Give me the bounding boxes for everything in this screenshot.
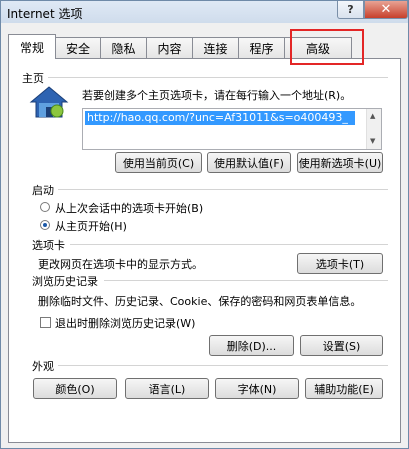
tab-security[interactable]: 安全 [55, 37, 101, 58]
delete-on-exit-checkbox[interactable] [40, 317, 51, 328]
home-section-title: 主页 [22, 72, 44, 85]
advanced-tab-highlight [290, 29, 364, 65]
use-default-button[interactable]: 使用默认值(F) [207, 152, 291, 173]
history-description: 删除临时文件、历史记录、Cookie、保存的密码和网页表单信息。 [38, 295, 362, 308]
tab-programs[interactable]: 程序 [238, 37, 285, 58]
startup-divider [58, 189, 388, 190]
scroll-up-arrow-icon[interactable]: ▲ [370, 112, 375, 120]
home-icon [29, 86, 69, 118]
help-button[interactable]: ? [337, 1, 364, 19]
internet-options-dialog: Internet 选项 ? ✕ 常规 安全 隐私 内容 连接 程序 高级 主页 … [0, 0, 409, 449]
languages-button[interactable]: 语言(L) [125, 378, 209, 399]
history-settings-button[interactable]: 设置(S) [300, 335, 383, 356]
accessibility-button[interactable]: 辅助功能(E) [305, 378, 383, 399]
startup-last-session-radio[interactable] [40, 202, 50, 212]
history-section-title: 浏览历史记录 [32, 275, 98, 288]
history-divider [104, 280, 388, 281]
colors-button[interactable]: 颜色(O) [33, 378, 117, 399]
home-divider [48, 77, 388, 78]
tab-content[interactable]: 内容 [146, 37, 193, 58]
appearance-divider [58, 365, 388, 366]
startup-home-page-label[interactable]: 从主页开始(H) [55, 218, 127, 234]
startup-home-page-radio[interactable] [40, 220, 50, 230]
home-description: 若要创建多个主页选项卡，请在每行输入一个地址(R)。 [82, 89, 352, 102]
appearance-section-title: 外观 [32, 360, 54, 373]
delete-history-button[interactable]: 删除(D)... [209, 335, 294, 356]
use-current-button[interactable]: 使用当前页(C) [115, 152, 202, 173]
tabs-settings-button[interactable]: 选项卡(T) [297, 253, 383, 274]
home-page-url-text: http://hao.qq.com/?unc=Af31011&s=o400493… [85, 111, 355, 125]
tabs-description: 更改网页在选项卡中的显示方式。 [38, 258, 203, 271]
tabs-divider [70, 244, 388, 245]
tab-general[interactable]: 常规 [8, 34, 56, 59]
home-page-url-field[interactable]: http://hao.qq.com/?unc=Af31011&s=o400493… [82, 108, 382, 150]
delete-on-exit-label[interactable]: 退出时删除浏览历史记录(W) [55, 315, 195, 331]
window-title: Internet 选项 [7, 7, 83, 21]
scroll-down-arrow-icon[interactable]: ▼ [370, 137, 375, 145]
close-button[interactable]: ✕ [364, 1, 408, 19]
fonts-button[interactable]: 字体(N) [215, 378, 299, 399]
tabs-section-title: 选项卡 [32, 239, 65, 252]
url-field-scrollbar[interactable]: ▲ ▼ [366, 109, 381, 149]
use-new-tab-button[interactable]: 使用新选项卡(U) [297, 152, 383, 173]
tab-privacy[interactable]: 隐私 [100, 37, 147, 58]
startup-last-session-label[interactable]: 从上次会话中的选项卡开始(B) [55, 200, 203, 216]
startup-section-title: 启动 [32, 184, 54, 197]
title-bar[interactable]: Internet 选项 ? ✕ [1, 1, 408, 23]
tab-connections[interactable]: 连接 [192, 37, 239, 58]
